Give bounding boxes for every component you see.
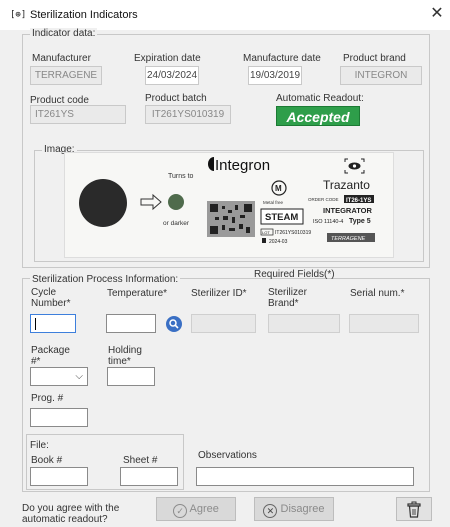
holding-time-input[interactable] (107, 367, 155, 386)
sterilizer-id-label: Sterilizer ID* (191, 288, 247, 299)
app-icon: [⊕] (10, 10, 27, 20)
product-batch-label: Product batch (145, 93, 207, 104)
serial-num-label: Serial num.* (350, 288, 405, 299)
file-legend: File: (30, 440, 49, 451)
automatic-readout-status: Accepted (276, 106, 360, 126)
agree-question: Do you agree with the automatic readout? (22, 503, 120, 525)
arrow-right-icon (140, 193, 162, 211)
order-code-value: IT26-1YS (346, 198, 371, 204)
indicator-dot-dark (79, 179, 127, 227)
expiration-date-label: Expiration date (134, 53, 201, 64)
process-legend: Sterilization Process Information: (30, 274, 181, 285)
holding-time-label: Holding time* (108, 345, 142, 367)
disagree-button[interactable]: ✕ Disagree (254, 497, 334, 521)
delete-button[interactable] (396, 497, 432, 521)
required-fields-note: Required Fields(*) (254, 269, 335, 280)
steam-text: STEAM (265, 212, 298, 223)
book-label: Book # (31, 455, 63, 466)
chevron-down-icon: ⌵ (75, 371, 83, 382)
agree-label: Agree (189, 503, 219, 515)
book-input[interactable] (30, 467, 88, 486)
close-icon[interactable]: ✕ (428, 5, 446, 23)
trazanto-logo-icon (344, 158, 365, 174)
disagree-label: Disagree (280, 503, 325, 515)
prog-input[interactable] (30, 408, 88, 427)
title-bar: [⊕] Sterilization Indicators ✕ (0, 0, 450, 30)
temperature-input[interactable] (106, 314, 156, 333)
manufacturer-field: TERRAGENE (30, 66, 102, 85)
or-darker-text: or darker (163, 220, 190, 227)
trazanto-text: Trazanto (323, 178, 370, 192)
order-code-label: ORDER CODE (308, 197, 339, 202)
manufacture-date-field: 19/03/2019 (248, 66, 302, 85)
expiry-date: 2024-03 (269, 239, 288, 245)
manufacturer-label: Manufacturer (32, 53, 91, 64)
observations-label: Observations (198, 450, 257, 461)
expiration-date-field: 24/03/2024 (145, 66, 199, 85)
terragene-text: TERRAGENE (331, 236, 366, 242)
temperature-label: Temperature* (107, 288, 168, 299)
turns-to-text: Turns to (168, 173, 194, 180)
trash-icon (407, 501, 421, 518)
search-icon[interactable] (166, 316, 182, 332)
automatic-readout-label: Automatic Readout: (276, 93, 364, 104)
indicator-strip-drawing: Turns to or darker Integron M Metal free… (79, 157, 375, 245)
cycle-number-input[interactable] (30, 314, 76, 333)
product-code-field: IT261YS (30, 105, 126, 124)
indicator-image: Turns to or darker Integron M Metal free… (64, 152, 394, 258)
observations-input[interactable] (196, 467, 414, 486)
x-circle-icon: ✕ (263, 504, 278, 518)
indicator-dot-green (168, 194, 184, 210)
search-glyph (169, 319, 179, 329)
package-select[interactable]: ⌵ (30, 367, 88, 386)
window-title: Sterilization Indicators (30, 9, 138, 21)
lot-prefix: LOT (262, 230, 270, 235)
integrator-text: INTEGRATOR (323, 206, 372, 215)
cycle-number-label: Cycle Number* (31, 287, 71, 309)
serial-num-input[interactable] (349, 314, 419, 333)
sheet-label: Sheet # (123, 455, 158, 466)
product-brand-field: INTEGRON (340, 66, 422, 85)
sterilizer-id-input[interactable] (191, 314, 256, 333)
check-circle-icon: ✓ (173, 504, 188, 518)
integron-brand-text: Integron (215, 157, 270, 174)
prog-label: Prog. # (31, 393, 64, 404)
metal-free-text: Metal free (263, 200, 284, 205)
sterilizer-brand-input[interactable] (268, 314, 340, 333)
lot-number: IT261YS010319 (275, 230, 311, 236)
agree-button[interactable]: ✓ Agree (156, 497, 236, 521)
sheet-input[interactable] (120, 467, 178, 486)
type-text: Type 5 (349, 218, 371, 225)
package-label: Package #* (31, 345, 70, 367)
metal-free-symbol: M (275, 184, 282, 193)
integron-logo: Integron (208, 157, 270, 174)
text-caret (35, 318, 36, 330)
expiry-icon (262, 238, 266, 243)
iso-text: ISO 11140-4 (313, 219, 343, 225)
manufacture-date-label: Manufacture date (243, 53, 321, 64)
indicator-data-legend: Indicator data: (30, 28, 98, 39)
product-brand-label: Product brand (343, 53, 406, 64)
product-batch-field: IT261YS010319 (145, 105, 231, 124)
sterilizer-brand-label: Sterilizer Brand* (268, 287, 307, 309)
